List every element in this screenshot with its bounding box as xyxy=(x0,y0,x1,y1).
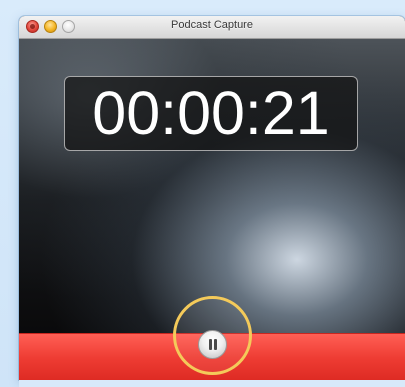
pause-button[interactable] xyxy=(198,330,227,359)
camera-preview: 00:00:21 xyxy=(19,39,405,333)
title-bar: Podcast Capture xyxy=(19,16,405,39)
window-title: Podcast Capture xyxy=(171,19,253,31)
recording-timer: 00:00:21 xyxy=(64,76,358,151)
background-strip xyxy=(19,380,405,387)
pause-icon-right-bar xyxy=(214,339,217,350)
screenshot-frame: Podcast Capture 00:00:21 xyxy=(0,0,405,387)
pause-icon-left-bar xyxy=(209,339,212,350)
pause-icon xyxy=(208,339,218,350)
podcast-capture-window: Podcast Capture 00:00:21 xyxy=(19,16,405,380)
elapsed-time-display: 00:00:21 xyxy=(92,79,330,147)
